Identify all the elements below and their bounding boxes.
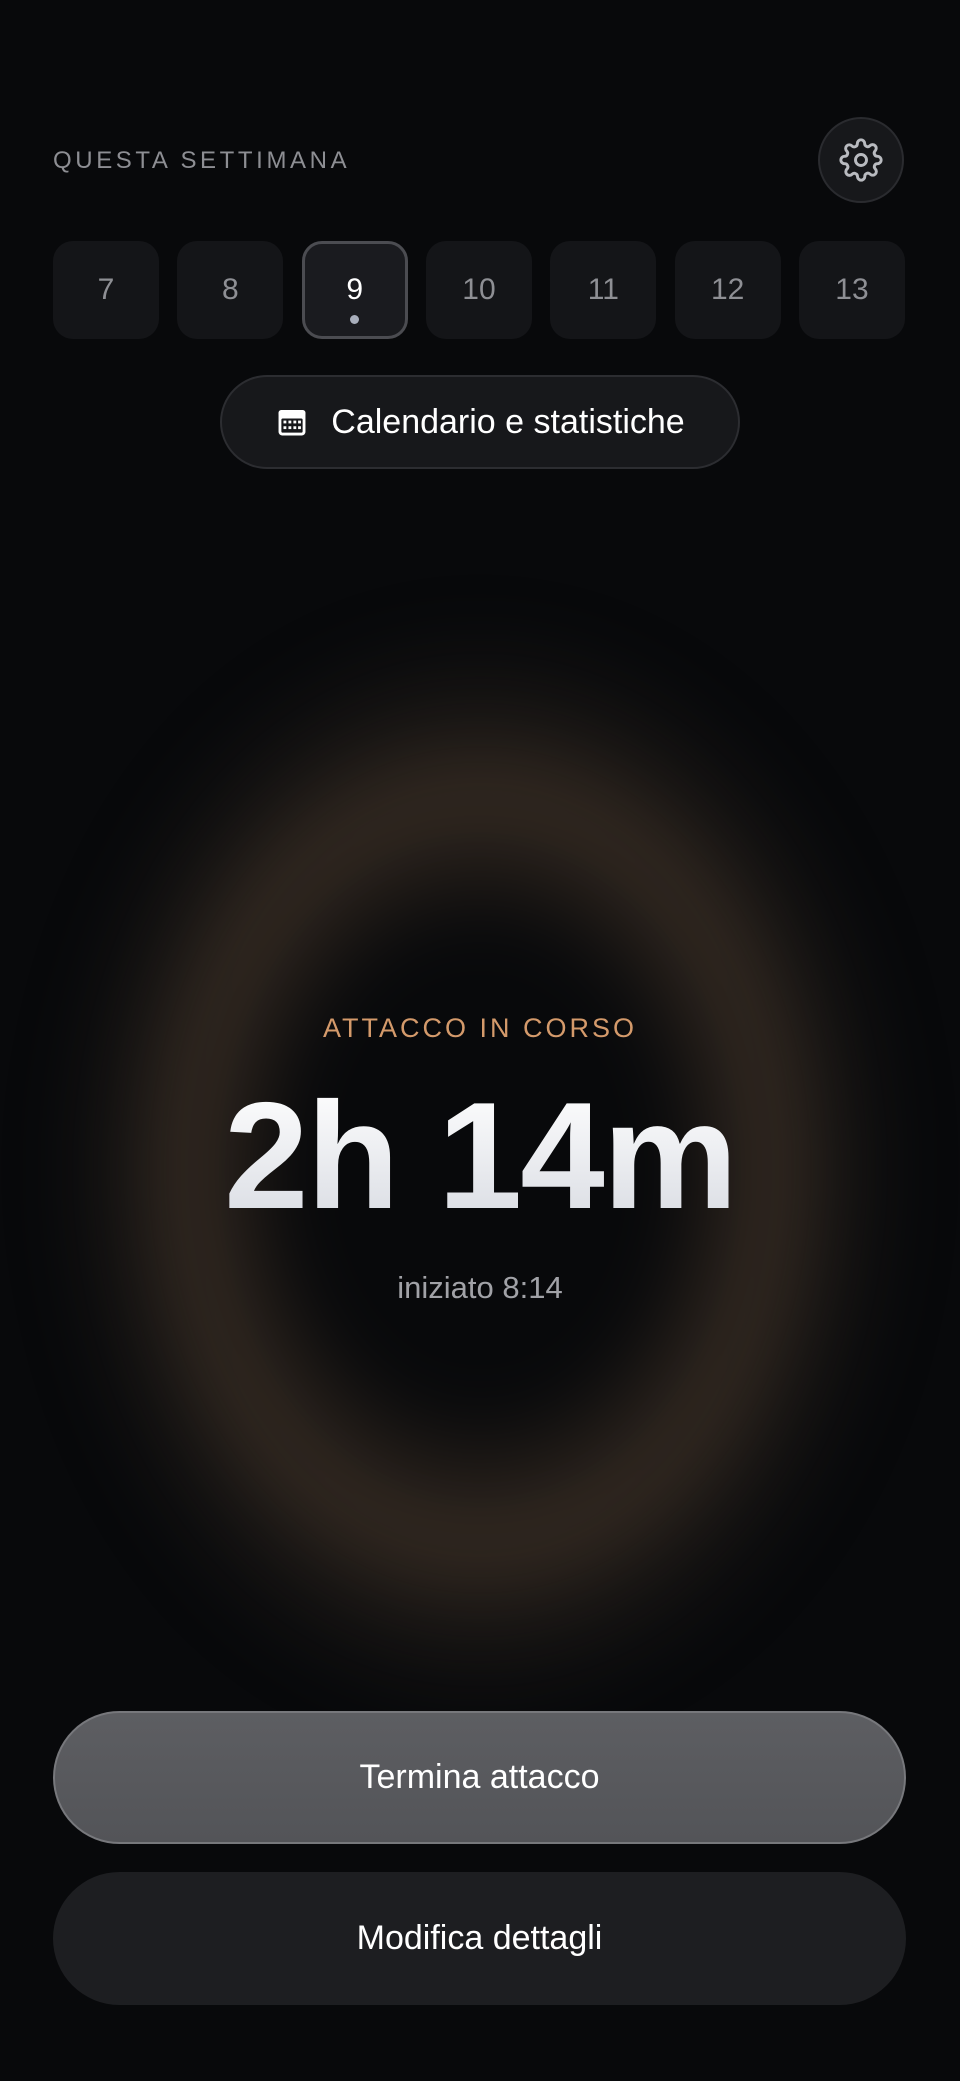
day-7[interactable]: 7 — [53, 241, 159, 339]
day-9-selected[interactable]: 9 — [301, 241, 408, 339]
day-11[interactable]: 11 — [550, 241, 657, 339]
day-13[interactable]: 13 — [798, 241, 905, 339]
edit-details-label: Modifica dettagli — [356, 1919, 603, 1957]
end-attack-label: Termina attacco — [359, 1758, 600, 1796]
day-label: 8 — [221, 273, 239, 306]
calendar-icon — [278, 409, 306, 436]
attack-duration: 2h 14m — [0, 1080, 960, 1232]
edit-details-button[interactable]: Modifica dettagli — [53, 1872, 906, 2005]
calendar-stats-label: Calendario e statistiche — [331, 402, 685, 441]
day-label: 7 — [97, 273, 115, 306]
gear-icon — [839, 138, 883, 182]
end-attack-button[interactable]: Termina attacco — [53, 1711, 906, 1844]
section-label: QUESTA SETTIMANA — [53, 147, 351, 174]
settings-button[interactable] — [818, 117, 904, 203]
calendar-stats-button[interactable]: Calendario e statistiche — [220, 375, 740, 469]
day-12[interactable]: 12 — [674, 241, 781, 339]
day-label: 9 — [346, 273, 363, 306]
day-label: 13 — [835, 273, 869, 306]
day-10[interactable]: 10 — [425, 241, 532, 339]
day-8[interactable]: 8 — [177, 241, 284, 339]
attack-start-time: iniziato 8:14 — [397, 1270, 563, 1305]
week-day-selector: 7 8 9 10 11 12 13 — [53, 241, 905, 339]
day-label: 11 — [587, 273, 619, 306]
day-label: 12 — [710, 273, 745, 306]
attack-status-label: ATTACCO IN CORSO — [322, 1013, 637, 1043]
event-dot — [350, 315, 360, 324]
day-label: 10 — [462, 273, 496, 306]
